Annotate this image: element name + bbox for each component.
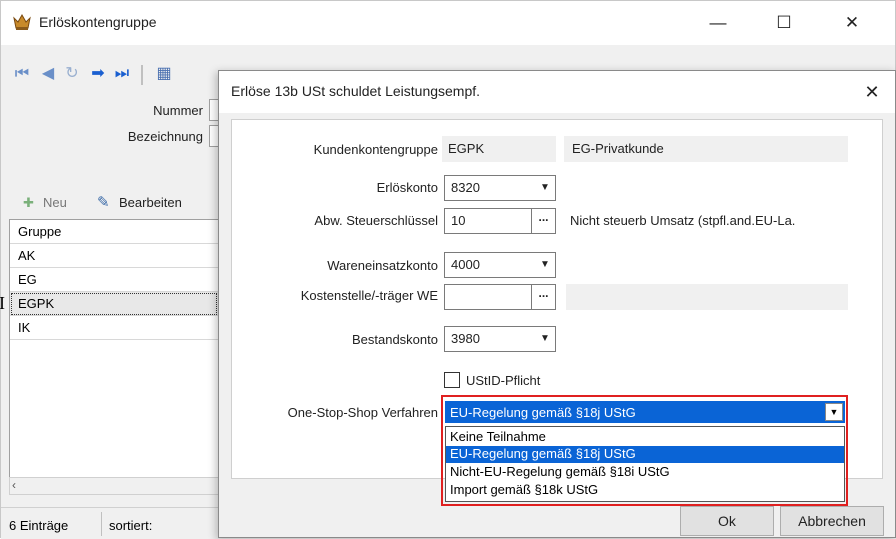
oss-option[interactable]: Keine Teilnahme — [446, 429, 844, 446]
wareneinsatz-label: Wareneinsatzkonto — [327, 258, 438, 273]
next-record-icon[interactable]: ➡ — [89, 65, 107, 83]
oss-label: One-Stop-Shop Verfahren — [287, 405, 438, 420]
dialog-title: Erlöse 13b USt schuldet Leistungsempf. — [231, 83, 481, 99]
previous-record-icon[interactable]: ◀ — [39, 65, 57, 83]
kostenstelle-description — [566, 284, 848, 310]
oss-selected-value: EU-Regelung gemäß §18j UStG — [450, 405, 636, 420]
steuerschluessel-value: 10 — [451, 213, 466, 228]
cancel-button[interactable]: Abbrechen — [780, 506, 884, 536]
ellipsis-button[interactable]: ... — [531, 209, 555, 233]
table-row[interactable]: EG — [10, 268, 218, 292]
last-record-icon[interactable]: ⏭ — [113, 65, 131, 83]
group-grid: Gruppe AK EG EGPK IK — [9, 219, 219, 485]
new-button[interactable]: Neu — [43, 195, 67, 210]
oss-select[interactable]: EU-Regelung gemäß §18j UStG ▼ — [445, 401, 845, 423]
horizontal-scrollbar[interactable]: ‹ — [9, 477, 219, 495]
navigation-toolbar: ⏮ ◀ ↻ ➡ ⏭ ▦ — [9, 61, 219, 89]
bezeichnung-label: Bezeichnung — [127, 129, 203, 144]
bestandskonto-value: 3980 — [451, 331, 480, 346]
wareneinsatz-value: 4000 — [451, 257, 480, 272]
kundenkontengruppe-label: Kundenkontengruppe — [313, 142, 438, 157]
erloeskonto-select[interactable]: 8320 ▼ — [444, 175, 556, 201]
dialog-close-button[interactable]: ✕ — [855, 75, 889, 109]
current-row-marker: I — [0, 293, 5, 313]
erloeskonto-value: 8320 — [451, 180, 480, 195]
bestandskonto-label: Bestandskonto — [351, 332, 438, 347]
chevron-down-icon[interactable]: ▼ — [535, 176, 555, 200]
toolbar-separator — [141, 65, 143, 85]
outer-close-button[interactable]: ✕ — [829, 1, 875, 45]
status-divider — [101, 512, 102, 536]
ustid-label: UStID-Pflicht — [466, 373, 541, 388]
wareneinsatz-select[interactable]: 4000 ▼ — [444, 252, 556, 278]
edit-icon: ✎ — [97, 194, 110, 211]
ok-button[interactable]: Ok — [680, 506, 774, 536]
chevron-down-icon[interactable]: ▼ — [825, 403, 843, 421]
kundenkontengruppe-name: EG-Privatkunde — [564, 136, 848, 162]
maximize-button[interactable]: ☐ — [761, 1, 807, 45]
outer-window-title: Erlöskontengruppe — [39, 14, 157, 30]
steuerschluessel-label: Abw. Steuerschlüssel — [314, 213, 438, 228]
oss-dropdown-list: Keine Teilnahme EU-Regelung gemäß §18j U… — [445, 426, 845, 502]
edit-button[interactable]: Bearbeiten — [119, 195, 182, 210]
outer-title-bar: Erlöskontengruppe — ☐ ✕ — [1, 1, 895, 45]
grid-header[interactable]: Gruppe — [10, 220, 218, 244]
steuerschluessel-field[interactable]: 10 ... — [444, 208, 556, 234]
oss-option-selected[interactable]: EU-Regelung gemäß §18j UStG — [446, 446, 844, 463]
steuerschluessel-description: Nicht steuerb Umsatz (stpfl.and.EU-La. — [570, 213, 796, 228]
oss-option[interactable]: Import gemäß §18k UStG — [446, 482, 844, 499]
nummer-label: Nummer — [153, 103, 203, 118]
crown-icon — [13, 13, 31, 30]
new-icon: ✚ — [23, 195, 34, 210]
table-row[interactable]: AK — [10, 244, 218, 268]
dialog-title-bar: Erlöse 13b USt schuldet Leistungsempf. ✕ — [219, 71, 895, 113]
sort-status: sortiert: — [109, 518, 153, 533]
kostenstelle-field[interactable]: ... — [444, 284, 556, 310]
table-row[interactable]: EGPK — [10, 292, 218, 316]
bestandskonto-select[interactable]: 3980 ▼ — [444, 326, 556, 352]
oss-option[interactable]: Nicht-EU-Regelung gemäß §18i UStG — [446, 464, 844, 481]
chevron-down-icon[interactable]: ▼ — [535, 327, 555, 351]
first-record-icon[interactable]: ⏮ — [13, 65, 31, 83]
kundenkontengruppe-code: EGPK — [442, 136, 556, 162]
kostenstelle-label: Kostenstelle/-träger WE — [300, 288, 438, 303]
erloeskonto-label: Erlöskonto — [376, 180, 438, 195]
refresh-icon[interactable]: ↻ — [63, 65, 81, 83]
ellipsis-button[interactable]: ... — [531, 285, 555, 309]
record-count: 6 Einträge — [9, 518, 69, 533]
table-view-icon[interactable]: ▦ — [155, 65, 173, 83]
ustid-checkbox[interactable] — [444, 372, 460, 388]
chevron-down-icon[interactable]: ▼ — [535, 253, 555, 277]
table-row[interactable]: IK — [10, 316, 218, 340]
scroll-left-icon[interactable]: ‹ — [12, 478, 16, 492]
grid-toolbar: ✚ Neu ✎ Bearbeiten — [9, 189, 221, 215]
minimize-button[interactable]: — — [695, 1, 741, 45]
